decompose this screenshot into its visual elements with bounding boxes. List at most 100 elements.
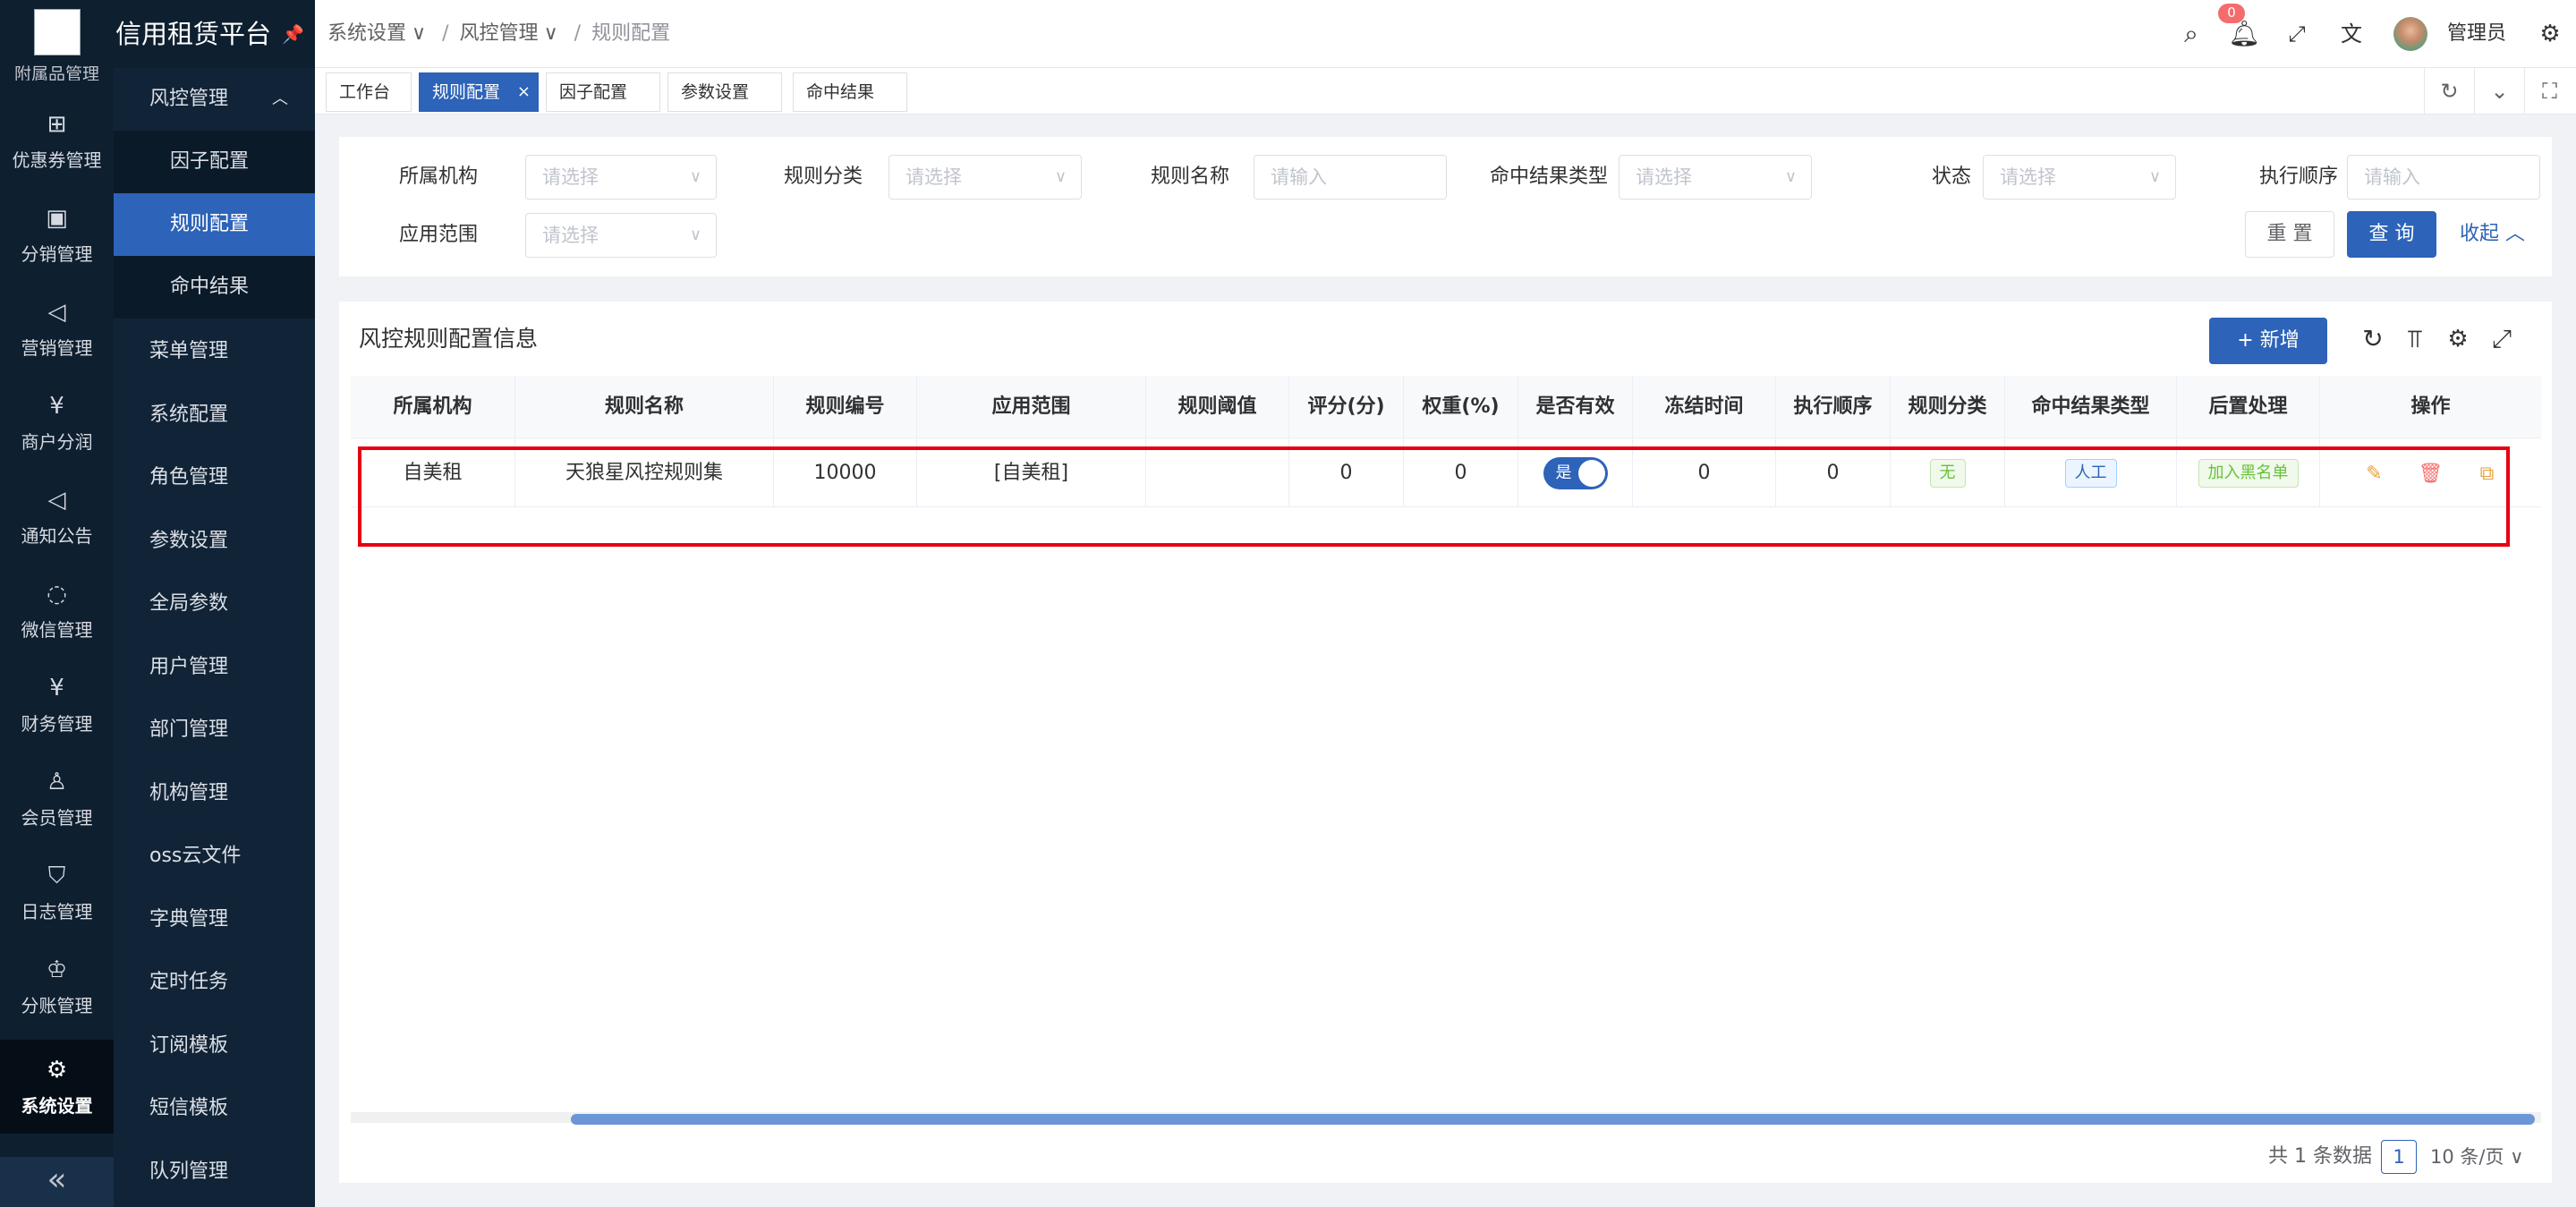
rule-name-input[interactable]: 请输入 — [1254, 155, 1447, 200]
yen-icon: ¥ — [49, 393, 64, 420]
breadcrumb-item[interactable]: 系统设置 — [327, 22, 406, 45]
hit-type-tag: 人工 — [2064, 459, 2117, 488]
nav2-item[interactable]: 用户管理 — [114, 636, 315, 699]
avatar[interactable] — [2393, 17, 2427, 51]
fullscreen-icon[interactable]: ⤢ — [2281, 18, 2313, 50]
category-tag: 无 — [1929, 459, 1966, 488]
chevron-up-icon: ︿ — [272, 89, 288, 108]
finance-icon: ¥ — [49, 675, 64, 701]
secondary-sidebar: 信用租赁平台 📌 风控管理 ︿ 因子配置 规则配置 命中结果 菜单管理 系统配置 角… — [114, 0, 315, 1207]
user-icon: ♙ — [46, 769, 68, 795]
tab-param-settings[interactable]: 参数设置 — [667, 72, 782, 112]
nav2-rule-config[interactable]: 规则配置 — [114, 193, 315, 256]
chevron-down-icon: ∨ — [2510, 1146, 2524, 1168]
chevron-down-icon[interactable]: ⌄ — [2474, 68, 2524, 115]
double-chevron-left-icon: « — [47, 1161, 67, 1198]
cell-org: 自美租 — [351, 438, 515, 507]
nav1-member[interactable]: ♙ 会员管理 — [0, 752, 114, 846]
translate-icon[interactable]: 文 — [2335, 18, 2368, 50]
nav1-profit[interactable]: ¥ 商户分润 — [0, 376, 114, 470]
nav1-wechat[interactable]: ◌ 微信管理 — [0, 564, 114, 658]
org-select[interactable]: 请选择 ∨ — [525, 155, 717, 200]
nav2-item[interactable]: 订阅模板 — [114, 1015, 315, 1077]
horizontal-scrollbar-thumb[interactable] — [571, 1114, 2535, 1125]
query-button[interactable]: 查 询 — [2347, 211, 2436, 258]
exec-order-input[interactable]: 请输入 — [2347, 155, 2540, 200]
nav2-item[interactable]: oss云文件 — [114, 825, 315, 888]
column-height-icon[interactable]: ⫪ — [2397, 321, 2433, 357]
cell-weight: 0 — [1404, 438, 1518, 507]
nav2-item[interactable]: 角色管理 — [114, 446, 315, 509]
brand-title: 信用租赁平台 — [115, 19, 272, 49]
scope-select[interactable]: 请选择 ∨ — [525, 213, 717, 258]
nav1-coupon[interactable]: ⊞ 优惠券管理 — [0, 94, 114, 188]
sidebar-collapse-button[interactable]: « — [0, 1157, 114, 1207]
nav2-item[interactable]: 菜单管理 — [114, 320, 315, 383]
notification-badge: 0 — [2218, 4, 2245, 23]
cell-rule-name: 天狼星风控规则集 — [515, 438, 774, 507]
delete-icon[interactable]: 🗑︎ — [2413, 439, 2449, 508]
table-header: 所属机构 规则名称 规则编号 应用范围 规则阈值 评分(分) 权重(%) 是否有… — [351, 376, 2541, 438]
nav2-item[interactable]: 字典管理 — [114, 888, 315, 951]
column-header: 规则分类 — [1891, 376, 2005, 438]
cell-actions: ✎ 🗑︎ ⧉ — [2320, 438, 2541, 507]
fullscreen-icon[interactable]: ⤢ — [2484, 321, 2520, 357]
nav2-item[interactable]: 机构管理 — [114, 762, 315, 825]
valid-toggle[interactable]: 是 — [1543, 457, 1608, 489]
copy-icon[interactable]: ⧉ — [2470, 439, 2505, 508]
collapse-link[interactable]: 收起 ︿ — [2460, 211, 2525, 258]
nav1-notice[interactable]: ◁ 通知公告 — [0, 470, 114, 564]
hit-type-select[interactable]: 请选择 ∨ — [1619, 155, 1812, 200]
nav2-hit-result[interactable]: 命中结果 — [114, 256, 315, 319]
add-button[interactable]: + 新增 — [2209, 318, 2327, 364]
page-size-select[interactable]: 10 条/页 ∨ — [2427, 1140, 2525, 1174]
nav1-marketing[interactable]: ◁ 营销管理 — [0, 282, 114, 376]
nav2-item[interactable]: 系统配置 — [114, 384, 315, 446]
nav2-item[interactable]: 定时任务 — [114, 951, 315, 1014]
chevron-down-icon: ∨ — [412, 22, 427, 45]
refresh-icon[interactable]: ↻ — [2355, 321, 2391, 357]
tab-rule-config[interactable]: 规则配置 × — [419, 72, 539, 112]
cell-freeze: 0 — [1633, 438, 1776, 507]
nav2-item[interactable]: 全局参数 — [114, 573, 315, 635]
nav1-split[interactable]: ♔ 分账管理 — [0, 939, 114, 1033]
nav1-system[interactable]: ⚙ 系统设置 — [0, 1040, 114, 1134]
reset-button[interactable]: 重 置 — [2245, 211, 2334, 258]
maximize-icon[interactable]: ⛶ — [2524, 68, 2574, 115]
nav2-item[interactable]: 参数设置 — [114, 510, 315, 573]
pin-icon[interactable]: 📌 — [282, 0, 304, 68]
logo-caption: 附属品管理 — [13, 64, 99, 81]
nav2-factor-config[interactable]: 因子配置 — [114, 131, 315, 193]
page-number[interactable]: 1 — [2381, 1140, 2417, 1174]
breadcrumb: 系统设置 ∨ / 风控管理 ∨ / 规则配置 — [327, 22, 671, 45]
field-label: 应用范围 — [398, 224, 478, 246]
close-icon[interactable]: × — [517, 73, 531, 111]
nav2-item[interactable]: 短信模板 — [114, 1077, 315, 1140]
breadcrumb-item[interactable]: 风控管理 — [460, 22, 539, 45]
post-action-tag: 加入黑名单 — [2198, 459, 2299, 488]
field-label: 状态 — [1931, 166, 1971, 188]
search-icon[interactable]: ⌕ — [2175, 18, 2207, 50]
nav2-item[interactable]: 部门管理 — [114, 699, 315, 761]
nav1-distribution[interactable]: ▣ 分销管理 — [0, 188, 114, 282]
settings-icon[interactable]: ⚙ — [2440, 321, 2476, 357]
plus-icon: + — [2237, 329, 2254, 352]
tab-workbench[interactable]: 工作台 — [326, 72, 412, 112]
settings-gear-icon[interactable]: ⚙ — [2534, 18, 2566, 50]
tab-factor-config[interactable]: 因子配置 — [546, 72, 660, 112]
nav2-group-risk[interactable]: 风控管理 ︿ — [114, 68, 315, 131]
nav2-item[interactable]: 队列管理 — [114, 1141, 315, 1203]
nav1-finance[interactable]: ¥ 财务管理 — [0, 658, 114, 752]
nav1-log[interactable]: ⛉ 日志管理 — [0, 846, 114, 939]
column-header: 权重(%) — [1404, 376, 1518, 438]
status-select[interactable]: 请选择 ∨ — [1983, 155, 2176, 200]
edit-icon[interactable]: ✎ — [2357, 439, 2393, 508]
column-header: 是否有效 — [1518, 376, 1633, 438]
shield-icon: ⛉ — [47, 863, 66, 889]
category-select[interactable]: 请选择 ∨ — [888, 155, 1082, 200]
gear-icon: ⚙ — [46, 1057, 68, 1084]
username[interactable]: 管理员 — [2447, 0, 2506, 68]
tab-hit-result[interactable]: 命中结果 — [793, 72, 907, 112]
field-label: 规则分类 — [783, 166, 863, 188]
refresh-icon[interactable]: ↻ — [2424, 68, 2474, 115]
